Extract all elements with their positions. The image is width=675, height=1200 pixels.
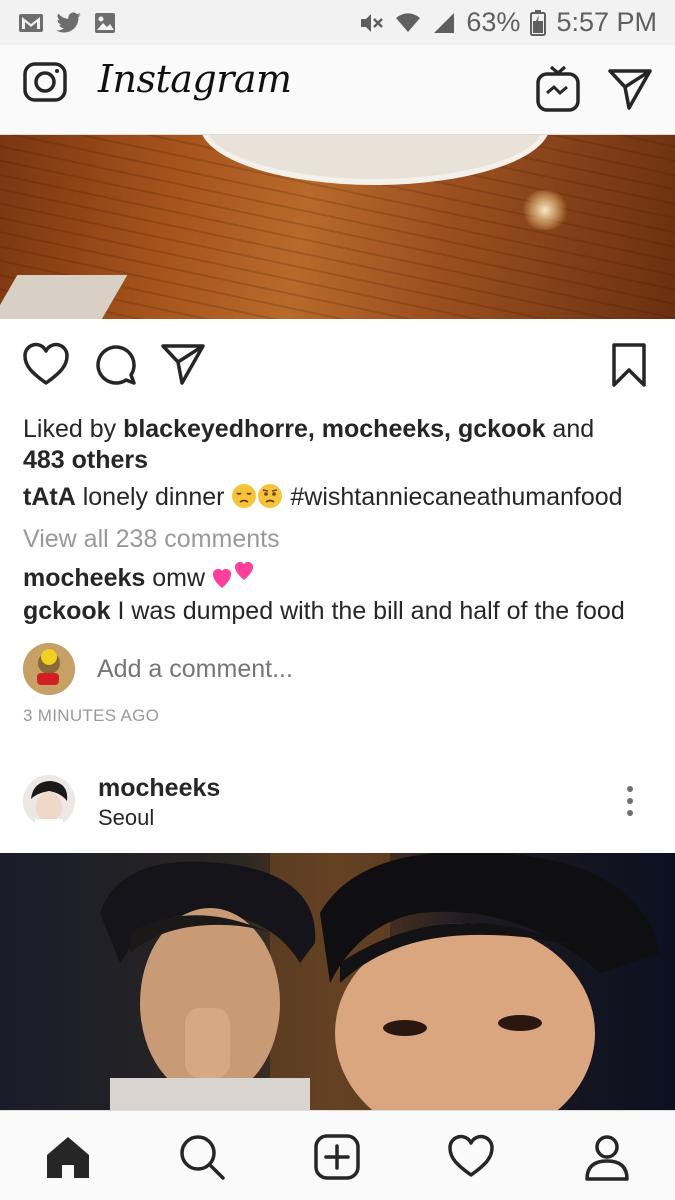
liked-by-prefix: Liked by bbox=[23, 415, 124, 443]
battery-icon bbox=[530, 9, 547, 36]
post-author-username[interactable]: mocheeks bbox=[98, 774, 220, 803]
caption-hashtag[interactable]: #wishtanniecaneathumanfood bbox=[283, 483, 622, 511]
likers-list[interactable]: blackeyedhorre, mocheeks, gckook bbox=[123, 415, 545, 443]
add-comment-row bbox=[23, 643, 653, 695]
comment-icon[interactable] bbox=[93, 342, 137, 391]
likes-others-count[interactable]: 483 others bbox=[23, 446, 148, 474]
comment-text: I was dumped with the bill and half of t… bbox=[110, 597, 625, 625]
post-image[interactable] bbox=[0, 853, 675, 1110]
more-options-icon[interactable] bbox=[620, 784, 640, 818]
search-icon[interactable] bbox=[178, 1133, 226, 1181]
gallery-icon bbox=[94, 12, 116, 34]
post-timestamp: 3 MINUTES AGO bbox=[23, 706, 160, 725]
post-location[interactable]: Seoul bbox=[98, 805, 154, 831]
status-bar: 63% 5:57 PM bbox=[0, 0, 675, 45]
user-avatar[interactable] bbox=[23, 643, 75, 695]
activity-icon[interactable] bbox=[447, 1133, 495, 1181]
signal-icon bbox=[432, 11, 456, 35]
post-actions bbox=[0, 330, 675, 400]
comment-item: mocheeks omw bbox=[23, 562, 258, 597]
post-header: mocheeks Seoul bbox=[0, 770, 675, 840]
two-hearts-emoji-icon bbox=[212, 562, 258, 597]
bottom-navigation bbox=[0, 1110, 675, 1200]
share-icon[interactable] bbox=[160, 342, 206, 391]
gmail-icon bbox=[18, 13, 44, 33]
direct-message-icon[interactable] bbox=[607, 67, 653, 111]
mute-icon bbox=[358, 11, 384, 35]
save-bookmark-icon[interactable] bbox=[611, 342, 647, 393]
post-image[interactable] bbox=[0, 135, 675, 319]
profile-icon[interactable] bbox=[583, 1133, 631, 1181]
view-all-comments-link[interactable]: View all 238 comments bbox=[23, 525, 280, 554]
camera-icon[interactable] bbox=[22, 59, 68, 105]
likes-summary[interactable]: Liked by blackeyedhorre, mocheeks, gckoo… bbox=[23, 414, 663, 476]
app-header: Instagram bbox=[0, 45, 675, 135]
twitter-icon bbox=[56, 11, 82, 34]
caption-username[interactable]: tAtA bbox=[23, 483, 76, 511]
new-post-icon[interactable] bbox=[313, 1133, 361, 1181]
instagram-logo: Instagram bbox=[98, 57, 292, 101]
worried-face-emoji-icon bbox=[257, 483, 283, 517]
likes-and: and bbox=[545, 415, 595, 443]
pensive-face-emoji-icon bbox=[231, 483, 257, 517]
comment-text: omw bbox=[145, 564, 212, 592]
like-heart-icon[interactable] bbox=[22, 342, 70, 391]
home-icon[interactable] bbox=[44, 1133, 92, 1181]
comment-item: gckook I was dumped with the bill and ha… bbox=[23, 597, 625, 626]
battery-percentage: 63% bbox=[466, 7, 521, 37]
comment-username[interactable]: mocheeks bbox=[23, 564, 145, 592]
igtv-icon[interactable] bbox=[534, 65, 582, 113]
wifi-icon bbox=[394, 12, 422, 34]
comment-username[interactable]: gckook bbox=[23, 597, 111, 625]
post-caption: tAtA lonely dinner #wishtanniecaneathuma… bbox=[23, 481, 668, 517]
clock-time: 5:57 PM bbox=[556, 7, 657, 37]
caption-text: lonely dinner bbox=[75, 483, 232, 511]
post-author-avatar[interactable] bbox=[23, 775, 75, 827]
add-comment-input[interactable] bbox=[97, 655, 597, 684]
